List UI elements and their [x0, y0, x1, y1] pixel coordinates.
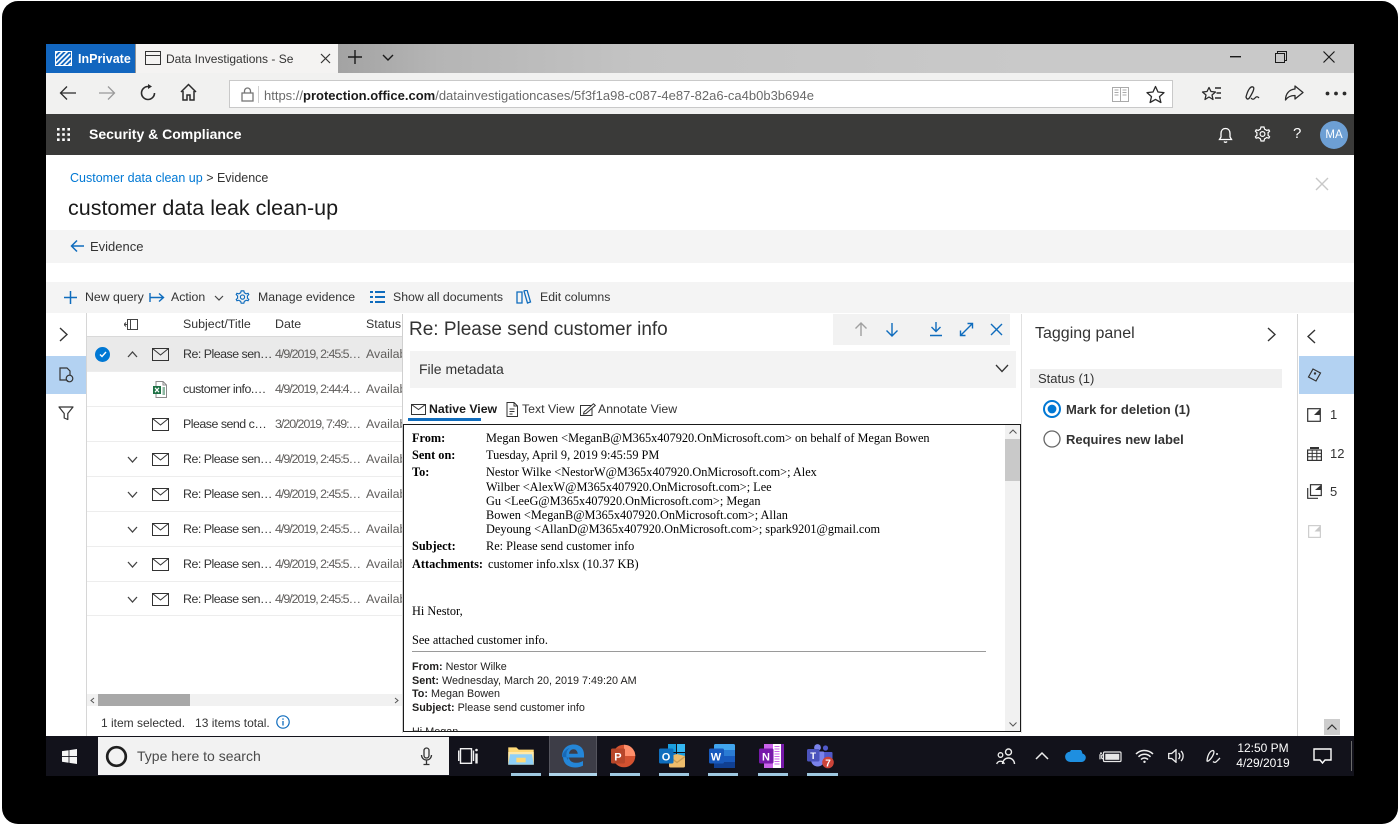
svg-text:T: T — [810, 751, 816, 762]
svg-text:P: P — [614, 751, 621, 763]
svg-text:O: O — [662, 751, 671, 763]
svg-text:7: 7 — [825, 758, 831, 769]
svg-text:N: N — [762, 751, 770, 763]
svg-text:W: W — [711, 751, 722, 763]
